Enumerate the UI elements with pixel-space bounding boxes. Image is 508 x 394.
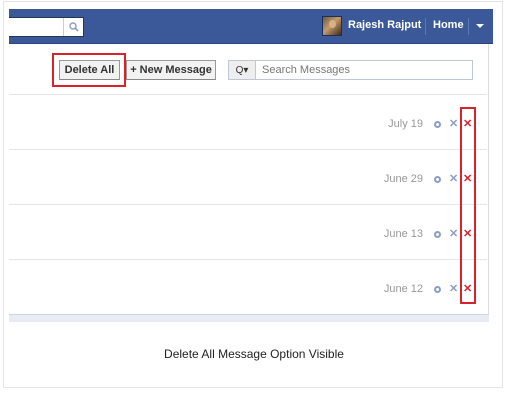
mark-read-icon[interactable] [434, 121, 441, 128]
mark-read-icon[interactable] [434, 176, 441, 183]
delete-all-highlight [52, 53, 126, 87]
message-date: June 13 [383, 228, 423, 240]
archive-icon[interactable]: ✕ [449, 284, 458, 295]
message-date: July 19 [388, 118, 423, 130]
search-messages-placeholder: Search Messages [262, 64, 351, 76]
list-footer-bar [9, 314, 489, 322]
home-link[interactable]: Home [433, 19, 464, 31]
new-message-button[interactable]: + New Message [126, 60, 216, 80]
new-message-label: + New Message [130, 64, 212, 76]
mark-read-icon[interactable] [434, 286, 441, 293]
mark-read-icon[interactable] [434, 231, 441, 238]
content-border [488, 44, 489, 314]
search-dropdown-label: Q▾ [235, 64, 249, 76]
message-date: June 29 [383, 173, 423, 185]
global-search-input[interactable] [9, 17, 84, 37]
row-divider [9, 204, 487, 205]
avatar[interactable] [322, 16, 342, 36]
archive-icon[interactable]: ✕ [449, 119, 458, 130]
facebook-messages-screenshot: Rajesh Rajput Home Delete All + New Mess… [9, 9, 493, 322]
search-button[interactable] [63, 18, 83, 36]
row-divider [9, 94, 487, 95]
delete-icons-highlight [460, 107, 476, 304]
message-search-field[interactable]: Q▾ Search Messages [228, 60, 473, 80]
image-caption: Delete All Message Option Visible [164, 347, 344, 361]
chevron-down-icon[interactable] [476, 24, 484, 28]
archive-icon[interactable]: ✕ [449, 229, 458, 240]
row-divider [9, 259, 487, 260]
divider [425, 18, 426, 35]
search-options-dropdown[interactable]: Q▾ [229, 61, 256, 79]
top-navigation-bar: Rajesh Rajput Home [9, 9, 493, 44]
divider [468, 18, 469, 35]
profile-name-link[interactable]: Rajesh Rajput [348, 19, 421, 31]
message-date: June 12 [383, 283, 423, 295]
row-divider [9, 149, 487, 150]
archive-icon[interactable]: ✕ [449, 174, 458, 185]
magnifier-icon [68, 22, 79, 32]
